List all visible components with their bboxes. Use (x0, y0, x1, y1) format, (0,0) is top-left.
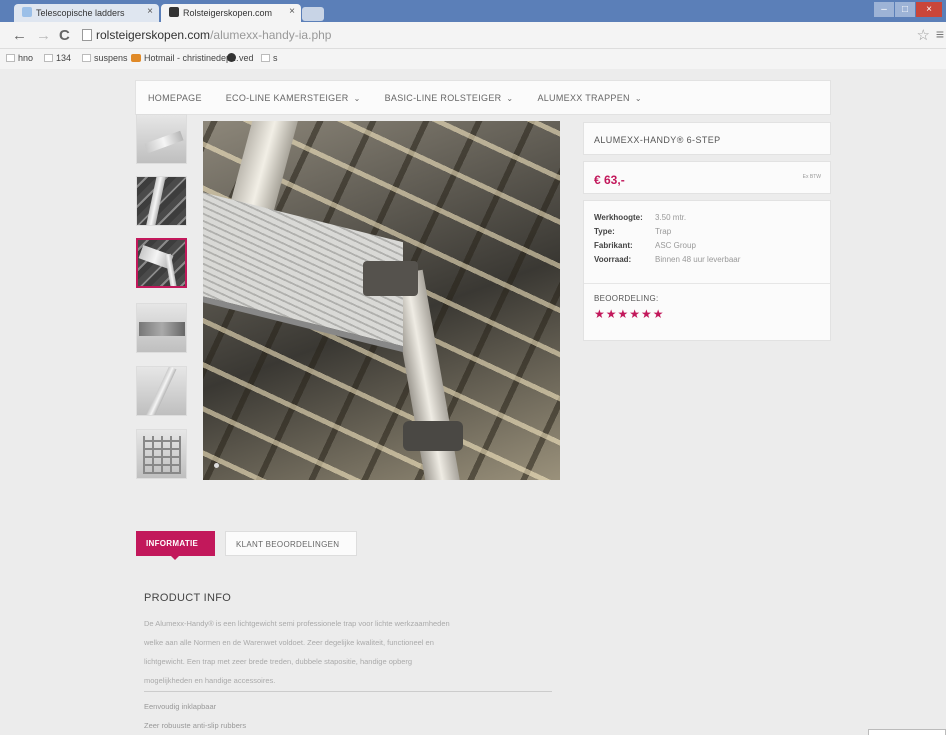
spec-label: Werkhoogte: (594, 213, 643, 222)
bookmarks-bar: hno 134 suspens Hotmail - christinedep..… (0, 49, 946, 69)
nav-label: HOMEPAGE (148, 92, 202, 103)
tab-klant-beoordelingen[interactable]: KLANT BEOORDELINGEN (225, 531, 357, 556)
menu-icon[interactable]: ≡ (936, 26, 944, 42)
browser-tab-label: Rolsteigerskopen.com (183, 8, 273, 18)
bookmark-label: 134 (56, 53, 72, 63)
url-path: /alumexx-handy-ia.php (210, 28, 332, 42)
image-indicator-dot (214, 463, 219, 468)
circle-icon (227, 53, 236, 62)
folder-icon (44, 54, 53, 62)
bookmark-star-icon[interactable]: ☆ (917, 26, 930, 44)
close-window-button[interactable]: × (916, 2, 942, 17)
product-price-box: € 63,- Ex BTW (583, 161, 831, 194)
nav-item-homepage[interactable]: HOMEPAGE (136, 93, 214, 103)
product-thumbnail[interactable] (136, 114, 187, 164)
bookmark-label: hno (18, 53, 34, 63)
chevron-down-icon: ⌄ (634, 93, 642, 103)
product-thumbnail[interactable] (136, 366, 187, 416)
paragraph-line: lichtgewicht. Een trap met zeer brede tr… (144, 657, 413, 666)
bookmark-label: s (273, 53, 278, 63)
chevron-down-icon: ⌄ (353, 93, 361, 103)
spec-label: Voorraad: (594, 255, 632, 264)
divider (584, 283, 830, 284)
product-price: € 63,- (594, 173, 625, 187)
bookmark-label: Hotmail - christinedep... (144, 53, 239, 63)
price-note: Ex BTW (802, 174, 821, 180)
divider (144, 691, 552, 692)
address-bar[interactable]: rolsteigerskopen.com/alumexx-handy-ia.ph… (82, 25, 902, 46)
nav-item-alumexx-trappen[interactable]: ALUMEXX TRAPPEN ⌄ (525, 93, 653, 103)
status-popup (868, 729, 946, 735)
bookmark-folder[interactable]: hno (6, 53, 33, 63)
spec-row: Fabrikant: ASC Group (594, 241, 820, 255)
product-title-box: ALUMEXX-HANDY® 6-STEP (583, 122, 831, 155)
browser-toolbar: ← → C rolsteigerskopen.com/alumexx-handy… (0, 22, 946, 49)
paragraph-line: welke aan alle Normen en de Warenwet vol… (144, 638, 434, 647)
nav-label: BASIC-LINE ROLSTEIGER (384, 92, 502, 103)
active-tab-arrow (170, 555, 180, 560)
site-navigation: HOMEPAGE ECO-LINE KAMERSTEIGER ⌄ BASIC-LI… (135, 80, 831, 115)
paragraph-line: mogelijkheden en handige accessoires. (144, 676, 276, 685)
folder-icon (6, 54, 15, 62)
nav-label: ECO-LINE KAMERSTEIGER (225, 92, 349, 103)
forward-arrow-icon[interactable]: → (36, 27, 51, 44)
bookmark-folder[interactable]: s (261, 53, 278, 63)
rating-stars: ★★★★★★ (594, 307, 665, 321)
spec-label: Type: (594, 227, 615, 236)
product-title: ALUMEXX-HANDY® 6-STEP (594, 135, 721, 145)
folder-icon (82, 54, 91, 62)
nav-item-eco-line[interactable]: ECO-LINE KAMERSTEIGER ⌄ (214, 93, 373, 103)
tab-close-icon[interactable]: × (289, 6, 295, 17)
spec-value: ASC Group (655, 241, 696, 250)
chevron-down-icon: ⌄ (506, 93, 514, 103)
bookmark-folder[interactable]: 134 (44, 53, 71, 63)
url-host: rolsteigerskopen.com (96, 28, 211, 42)
product-thumbnail-active[interactable] (136, 238, 187, 288)
bookmark-folder[interactable]: suspens (82, 53, 128, 63)
product-specs-box: Werkhoogte: 3.50 mtr. Type: Trap Fabrika… (583, 200, 831, 341)
window-controls: – □ × (874, 2, 942, 17)
spec-label: Fabrikant: (594, 241, 633, 250)
spec-row: Voorraad: Binnen 48 uur leverbaar (594, 255, 820, 269)
product-info-title: PRODUCT INFO (144, 592, 232, 604)
browser-tab-rolsteigerskopen[interactable]: Rolsteigerskopen.com × (161, 4, 301, 22)
reload-icon[interactable]: C (59, 27, 70, 44)
browser-tab-label: Telescopische ladders (36, 8, 125, 18)
paragraph-line: De Alumexx-Handy® is een lichtgewicht se… (144, 619, 450, 628)
spec-value: Trap (655, 227, 672, 236)
bookmark-ved[interactable]: ved (227, 53, 254, 63)
folder-icon (261, 54, 270, 62)
page-favicon-icon (22, 7, 32, 17)
tab-close-icon[interactable]: × (147, 6, 153, 17)
spec-value: 3.50 mtr. (655, 213, 687, 222)
page-icon (82, 29, 92, 41)
feature-bullet: Zeer robuuste anti-slip rubbers (144, 721, 247, 730)
spec-value: Binnen 48 uur leverbaar (655, 255, 741, 264)
product-info-paragraph: De Alumexx-Handy® is een lichtgewicht se… (144, 614, 556, 690)
web-page: HOMEPAGE ECO-LINE KAMERSTEIGER ⌄ BASIC-LI… (0, 69, 946, 735)
tab-informatie[interactable]: INFORMATIE (136, 531, 215, 556)
bookmark-label: suspens (94, 53, 128, 63)
new-tab-button[interactable] (302, 7, 324, 21)
site-favicon-icon (169, 7, 179, 17)
product-thumbnail[interactable] (136, 429, 187, 479)
nav-label: ALUMEXX TRAPPEN (537, 92, 630, 103)
bookmark-label: ved (239, 53, 254, 63)
browser-tabstrip: Telescopische ladders × Rolsteigerskopen… (0, 0, 946, 22)
product-main-image[interactable] (203, 121, 560, 480)
rating-label: BEOORDELING: (594, 294, 659, 303)
spec-row: Type: Trap (594, 227, 820, 241)
browser-tab-telescopische[interactable]: Telescopische ladders × (14, 4, 159, 22)
hotmail-icon (131, 54, 141, 62)
minimize-button[interactable]: – (874, 2, 894, 17)
spec-row: Werkhoogte: 3.50 mtr. (594, 213, 820, 227)
product-thumbnail[interactable] (136, 176, 187, 226)
feature-bullet: Eenvoudig inklapbaar (144, 702, 217, 711)
maximize-button[interactable]: □ (895, 2, 915, 17)
nav-item-basic-line[interactable]: BASIC-LINE ROLSTEIGER ⌄ (373, 93, 526, 103)
product-thumbnail[interactable] (136, 303, 187, 353)
bookmark-hotmail[interactable]: Hotmail - christinedep... (131, 53, 239, 63)
back-arrow-icon[interactable]: ← (12, 27, 27, 44)
